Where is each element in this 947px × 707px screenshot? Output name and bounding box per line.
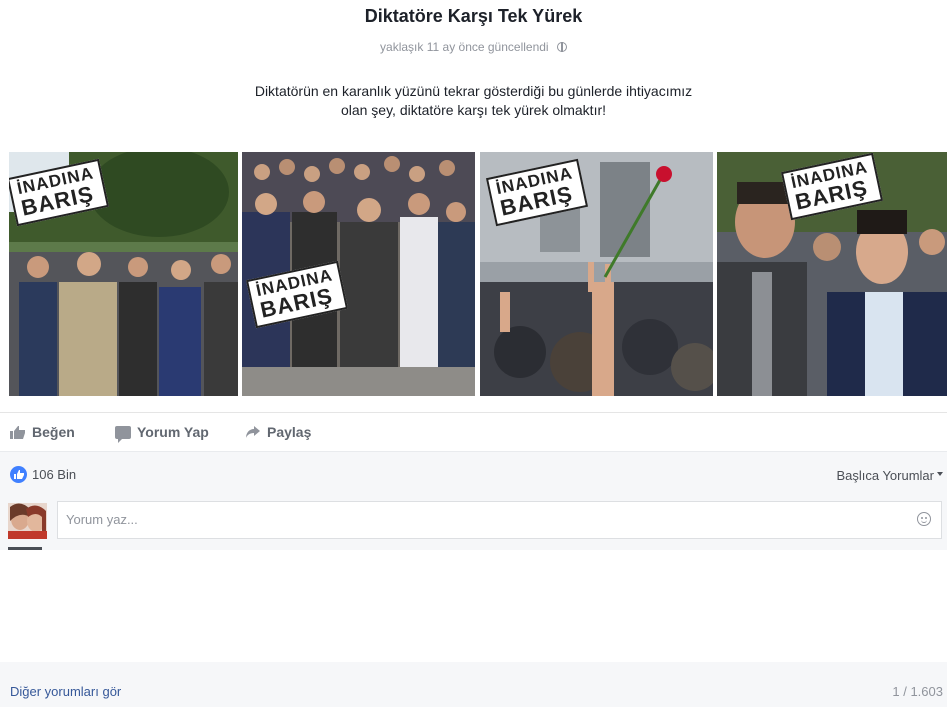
description-line-2: olan şey, diktatöre karşı tek yürek olma… bbox=[340, 102, 607, 118]
share-label: Paylaş bbox=[267, 424, 312, 440]
more-comments-link[interactable]: Diğer yorumları gör bbox=[10, 684, 121, 699]
smiley-icon[interactable] bbox=[917, 512, 931, 526]
post-description: Diktatörün en karanlık yüzünü tekrar gös… bbox=[230, 82, 717, 120]
post-title: Diktatöre Karşı Tek Yürek bbox=[364, 6, 583, 26]
thumbs-up-icon bbox=[10, 426, 25, 439]
globe-icon bbox=[556, 42, 567, 52]
comment-placeholder: Yorum yaz... bbox=[66, 512, 138, 527]
comments-footer: Diğer yorumları gör 1 / 1.603 bbox=[0, 662, 947, 707]
comments-area bbox=[0, 550, 947, 662]
share-button[interactable]: Paylaş bbox=[245, 424, 311, 440]
caret-down-icon bbox=[937, 472, 943, 476]
avatar[interactable] bbox=[8, 503, 47, 539]
photo-grid: İNADINA BARIŞ İNADINA BARIŞ İNADINA BARI… bbox=[9, 152, 947, 396]
comment-button[interactable]: Yorum Yap bbox=[115, 424, 209, 443]
sort-label: Başlıca Yorumlar bbox=[836, 468, 934, 483]
comment-icon bbox=[115, 425, 131, 443]
like-reaction-icon bbox=[10, 466, 27, 483]
updated-text[interactable]: yaklaşık 11 ay önce güncellendi bbox=[380, 40, 549, 54]
comment-label: Yorum Yap bbox=[137, 424, 209, 440]
like-label: Beğen bbox=[32, 424, 75, 440]
comment-input[interactable]: Yorum yaz... bbox=[57, 501, 942, 539]
photo-3[interactable]: İNADINA BARIŞ bbox=[480, 152, 713, 396]
reactions-bar: 106 Bin Başlıca Yorumlar bbox=[0, 451, 947, 502]
comment-page-count: 1 / 1.603 bbox=[892, 684, 943, 699]
like-button[interactable]: Beğen bbox=[10, 424, 75, 440]
description-line-1: Diktatörün en karanlık yüzünü tekrar gös… bbox=[254, 83, 693, 99]
photo-1[interactable]: İNADINA BARIŞ bbox=[9, 152, 238, 396]
comment-sort-dropdown[interactable]: Başlıca Yorumlar bbox=[836, 468, 943, 483]
photo-4[interactable]: İNADINA BARIŞ bbox=[717, 152, 947, 396]
share-arrow-icon bbox=[246, 426, 260, 438]
action-bar: Beğen Yorum Yap Paylaş bbox=[0, 412, 947, 451]
comment-composer: Yorum yaz... bbox=[0, 500, 947, 550]
reaction-summary[interactable]: 106 Bin bbox=[10, 466, 76, 483]
photo-2[interactable]: İNADINA BARIŞ bbox=[242, 152, 475, 396]
updated-info: yaklaşık 11 ay önce güncellendi bbox=[0, 40, 947, 54]
reaction-count: 106 Bin bbox=[32, 467, 77, 482]
